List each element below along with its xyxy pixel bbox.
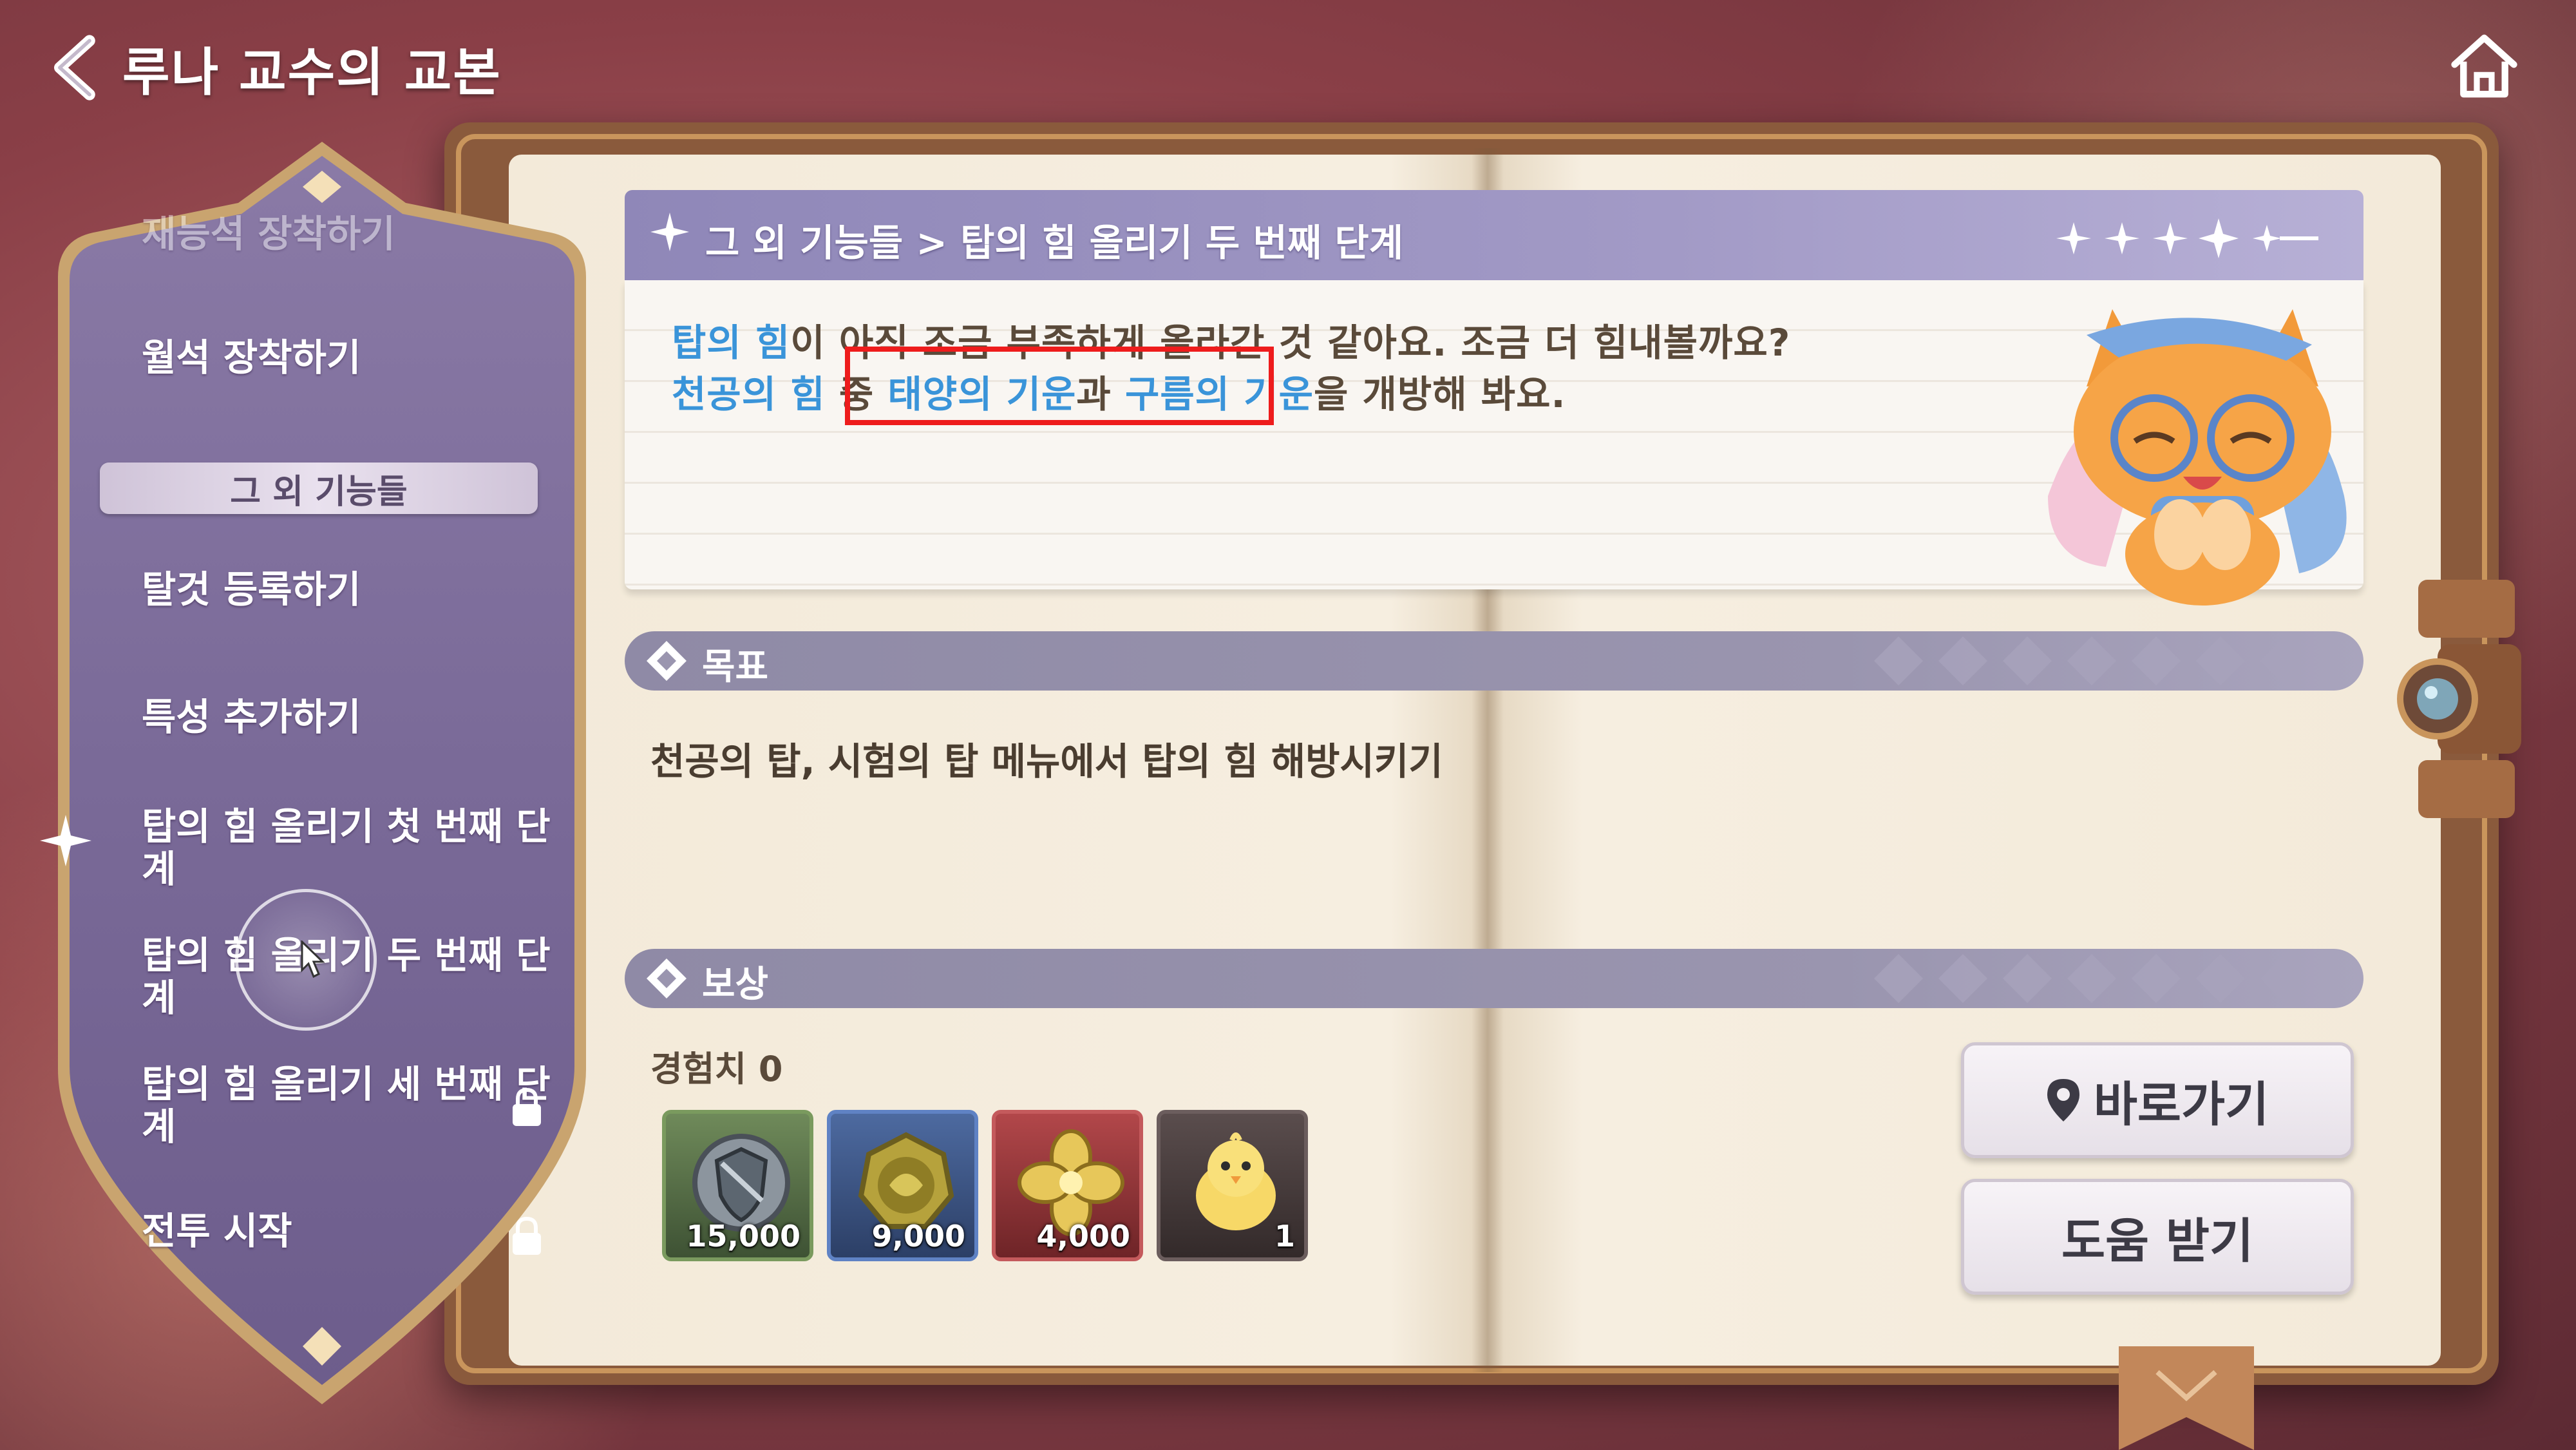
mouse-cursor-icon: [301, 940, 325, 978]
sidebar-section-other-features[interactable]: 그 외 기능들: [100, 463, 538, 514]
goal-section-bar: [625, 631, 2363, 691]
dialog-text: 을 개방해 봐요.: [1313, 372, 1566, 416]
sidebar-item-battle-start[interactable]: 전투 시작: [142, 1210, 554, 1252]
sidebar-item-tower-power-1[interactable]: 탑의 힘 올리기 첫 번째 단계: [142, 805, 554, 890]
goal-description: 천공의 탑, 시험의 탑 메뉴에서 탑의 힘 해방시키기: [650, 739, 1443, 783]
breadcrumb: 그 외 기능들 > 탑의 힘 올리기 두 번째 단계: [705, 221, 1404, 265]
home-icon[interactable]: [2447, 29, 2521, 103]
exp-reward-label: 경험치 0: [650, 1049, 783, 1089]
diamond-icon: [647, 641, 687, 681]
reward-count: 15,000: [686, 1219, 800, 1254]
reward-item[interactable]: 15,000: [662, 1110, 813, 1261]
diamond-pattern: [1874, 954, 2309, 1003]
diamond-pattern: [1874, 636, 2309, 685]
reward-title: 보상: [702, 964, 769, 1006]
sidebar-item-moonstone[interactable]: 월석 장착하기: [142, 336, 554, 379]
bookmark-ribbon: [2119, 1346, 2254, 1450]
reward-item[interactable]: 9,000: [827, 1110, 978, 1261]
reward-count: 4,000: [1036, 1219, 1130, 1254]
book-clasp: [2397, 580, 2521, 818]
lock-icon: [513, 1087, 541, 1126]
goto-button-label: 바로가기: [2093, 1076, 2269, 1132]
selected-sparkle-icon: [40, 815, 91, 866]
keyword-tower-power[interactable]: 탑의 힘: [672, 321, 790, 365]
sidebar-item-tower-power-3[interactable]: 탑의 힘 올리기 세 번째 단계: [142, 1063, 554, 1148]
professor-cat-mascot: [2048, 309, 2347, 606]
highlight-annotation-box: [845, 347, 1274, 425]
sidebar-item-trait[interactable]: 특성 추가하기: [142, 696, 554, 738]
help-button-label: 도움 받기: [2061, 1213, 2254, 1269]
goto-button[interactable]: 바로가기: [1961, 1042, 2354, 1158]
back-arrow-icon[interactable]: [40, 32, 111, 103]
sidebar: 재능석 장착하기 월석 장착하기 그 외 기능들 탈것 등록하기 특성 추가하기…: [45, 142, 599, 1404]
reward-section-bar: [625, 949, 2363, 1008]
lock-icon: [513, 1216, 541, 1255]
diamond-icon: [647, 959, 687, 998]
location-pin-icon: [2047, 1079, 2079, 1121]
keyword-sky-power[interactable]: 천공의 힘: [672, 372, 826, 416]
star-icon: [650, 213, 689, 251]
help-button[interactable]: 도움 받기: [1961, 1179, 2354, 1295]
sidebar-item-talent-stone[interactable]: 재능석 장착하기: [142, 213, 554, 255]
reward-item[interactable]: 1: [1157, 1110, 1308, 1261]
sparkle-decoration-icon: [2056, 218, 2318, 258]
reward-item[interactable]: 4,000: [992, 1110, 1143, 1261]
page-title: 루나 교수의 교본: [122, 43, 502, 102]
top-bar: 루나 교수의 교본: [0, 0, 2576, 129]
sidebar-item-mount[interactable]: 탈것 등록하기: [142, 568, 554, 611]
sidebar-section-label: 그 외 기능들: [230, 472, 408, 511]
reward-count: 9,000: [871, 1219, 965, 1254]
goal-title: 목표: [702, 646, 769, 688]
reward-count: 1: [1274, 1219, 1295, 1254]
